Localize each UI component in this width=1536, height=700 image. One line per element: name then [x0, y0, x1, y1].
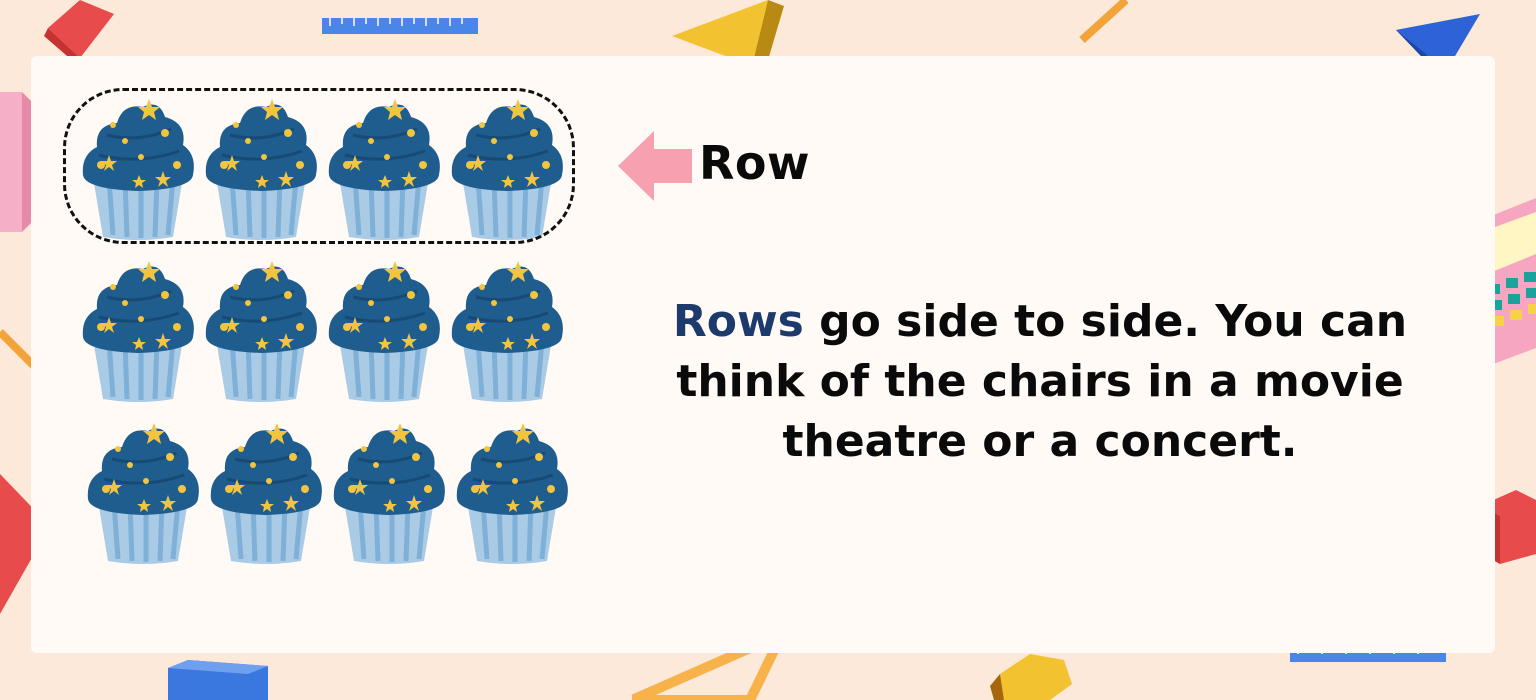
left-arrow-icon: [618, 131, 692, 201]
pencil-icon: [1074, 0, 1128, 48]
description-text: Rows go side to side. You can think of t…: [610, 292, 1470, 472]
row-outline: [63, 88, 575, 244]
cupcake-icon: [453, 419, 571, 565]
cupcake-icon: [84, 419, 202, 565]
rows-highlight: Rows: [672, 296, 804, 347]
cupcake-icon: [79, 257, 197, 403]
blue-cube-icon: [168, 660, 268, 700]
cupcake-icon: [207, 419, 325, 565]
ruler-icon: [322, 18, 478, 34]
yellow-hex-icon: [990, 654, 1072, 700]
row-label: Row: [699, 136, 811, 190]
cupcake-icon: [330, 419, 448, 565]
cupcake-icon: [202, 257, 320, 403]
red-cube-icon: [44, 0, 114, 62]
cupcake-icon: [325, 257, 443, 403]
pink-block-icon: [0, 92, 32, 232]
cupcake-icon: [448, 257, 566, 403]
